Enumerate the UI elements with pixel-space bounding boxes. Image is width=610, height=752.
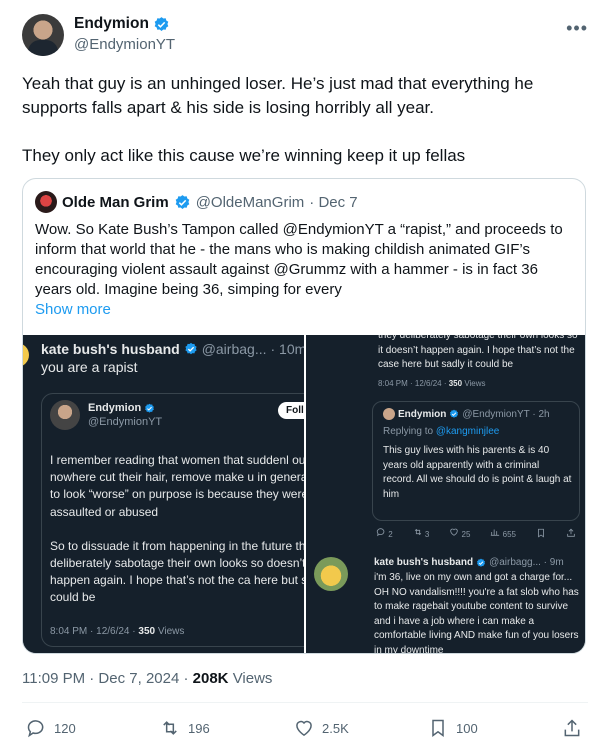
- heart-icon: [450, 528, 459, 536]
- embedded-paragraph-1: I remember reading that women that sudde…: [50, 453, 305, 519]
- embedded-paragraph-2: So to dissuade it from happening in the …: [50, 538, 305, 605]
- screenshot-author-name: kate bush's husband: [41, 341, 180, 357]
- quote-author-handle: @OldeManGrim: [195, 193, 305, 211]
- embedded-views-label: Views: [157, 626, 185, 637]
- follow-button: Follo: [278, 402, 305, 419]
- verified-badge-icon: [175, 194, 189, 209]
- replying-to-label: Replying to: [383, 426, 434, 437]
- reply2-author: kate bush's husband: [374, 557, 474, 568]
- screenshot-embedded-tweet: Endymion @EndymionYT Follo I remember re…: [41, 393, 305, 647]
- verified-badge-icon: [185, 342, 197, 355]
- screenshot-reply-header: kate bush's husband @airbag... · 10m: [41, 341, 305, 357]
- tweet-paragraph-1: Yeah that guy is an unhinged loser. He’s…: [22, 74, 534, 117]
- tweet-paragraph-2: They only act like this cause we’re winn…: [22, 146, 466, 165]
- screenshot-action-bar: 2 3 25 655: [376, 527, 576, 539]
- quote-media[interactable]: kate bush's husband @airbag... · 10m you…: [23, 335, 585, 654]
- reply2-handle: @airbagg... · 9m: [489, 557, 564, 568]
- repost-count: 196: [188, 720, 210, 736]
- author-handle[interactable]: @EndymionYT: [74, 36, 175, 53]
- avatar: [314, 557, 348, 591]
- screenshot-views: 655: [490, 527, 516, 539]
- screenshot-reply-card: Endymion @EndymionYT · 2h Replying to @k…: [372, 401, 580, 521]
- avatar: [50, 400, 80, 430]
- screenshot-top-meta: 8:04 PM · 12/6/24 · 350 Views: [378, 379, 486, 388]
- reply-count: 120: [54, 720, 76, 736]
- like-button[interactable]: 2.5K: [294, 718, 349, 738]
- screenshot-time: · 10m: [270, 341, 306, 357]
- screenshot-reposts: 3: [413, 527, 430, 539]
- top-meta-label: Views: [464, 379, 486, 388]
- screenshot-replies: 2: [376, 527, 393, 539]
- embedded-meta: 8:04 PM · 12/6/24 · 350 Views: [50, 626, 184, 637]
- embedded-author-row: Endymion: [88, 402, 155, 414]
- quote-avatar: [35, 191, 57, 213]
- share-button[interactable]: [562, 718, 582, 738]
- reply-card-header: Endymion @EndymionYT · 2h: [383, 408, 550, 420]
- more-options-icon[interactable]: •••: [566, 18, 588, 39]
- top-meta-time: 8:04 PM · 12/6/24 ·: [378, 379, 447, 388]
- replying-to-handle: @kangminjlee: [435, 426, 500, 437]
- author-name[interactable]: Endymion: [74, 15, 149, 33]
- reply-icon: [376, 528, 385, 537]
- verified-badge-icon: [145, 403, 155, 413]
- quote-text: Wow. So Kate Bush’s Tampon called @Endym…: [35, 221, 563, 298]
- quote-date: · Dec 7: [309, 193, 358, 211]
- reply-button[interactable]: 120: [26, 718, 76, 738]
- top-meta-count: 350: [448, 379, 463, 388]
- screenshot-reposts-count: 3: [424, 530, 430, 539]
- share-icon: [567, 528, 575, 537]
- views-label: Views: [232, 670, 273, 687]
- embedded-author-handle: @EndymionYT: [88, 416, 163, 428]
- media-screenshot-right[interactable]: they deliberately sabotage their own loo…: [306, 335, 585, 654]
- quoted-tweet[interactable]: Olde Man Grim @OldeManGrim · Dec 7 Wow. …: [22, 178, 586, 654]
- bookmark-count: 100: [456, 720, 478, 736]
- repost-button[interactable]: 196: [160, 718, 210, 738]
- reply-card-handle: @EndymionYT · 2h: [462, 408, 550, 420]
- reply-card-author: Endymion: [398, 408, 447, 420]
- screenshot-replies-count: 2: [388, 530, 393, 539]
- heart-icon: [296, 720, 312, 736]
- replying-to: Replying to @kangminjlee: [383, 426, 499, 437]
- tweet-timestamp: 11:09 PM · Dec 7, 2024 · 208K Views: [22, 670, 272, 687]
- timestamp-time[interactable]: 11:09 PM · Dec 7, 2024 ·: [22, 670, 188, 687]
- embedded-meta-time: 8:04 PM · 12/6/24 ·: [50, 626, 136, 637]
- screenshot-likes-count: 25: [461, 530, 471, 539]
- like-count: 2.5K: [322, 720, 349, 736]
- screenshot-reply-text: you are a rapist: [41, 359, 138, 375]
- screenshot-reply2-header: kate bush's husband @airbagg... · 9m: [374, 557, 564, 568]
- repost-icon: [163, 721, 177, 735]
- screenshot-top-text: they deliberately sabotage their own loo…: [378, 335, 578, 370]
- media-screenshot-left[interactable]: kate bush's husband @airbag... · 10m you…: [23, 335, 305, 653]
- bookmark-button[interactable]: 100: [428, 718, 478, 738]
- verified-badge-icon: [477, 558, 486, 567]
- embedded-author-name: Endymion: [88, 402, 142, 414]
- quote-author-name: Olde Man Grim: [62, 193, 169, 211]
- quote-header: Olde Man Grim @OldeManGrim · Dec 7: [35, 191, 358, 213]
- screenshot-author-handle: @airbag...: [201, 341, 267, 357]
- reply-icon: [27, 720, 44, 738]
- repost-icon: [414, 528, 421, 536]
- divider: [22, 702, 588, 703]
- views-count: 208K: [192, 670, 229, 687]
- verified-badge-icon: [450, 409, 459, 418]
- screenshot-views-count: 655: [502, 530, 517, 539]
- reply2-text: i'm 36, live on my own and got a charge …: [374, 572, 579, 654]
- verified-badge-icon: [154, 16, 169, 31]
- embedded-tweet-text: I remember reading that women that sudde…: [50, 452, 305, 624]
- bookmark-icon: [538, 528, 544, 538]
- show-more-link[interactable]: Show more: [35, 301, 111, 318]
- avatar[interactable]: [22, 14, 64, 56]
- screenshot-likes: 25: [449, 527, 470, 539]
- screenshot-avatar: [23, 343, 29, 367]
- views-icon: [491, 529, 500, 536]
- author-name-row: Endymion: [74, 15, 170, 33]
- avatar: [383, 408, 395, 420]
- tweet-text: Yeah that guy is an unhinged loser. He’s…: [22, 72, 582, 192]
- embedded-views-count: 350: [138, 626, 156, 637]
- reply-card-text: This guy lives with his parents & is 40 …: [383, 445, 572, 500]
- tweet-header: Endymion @EndymionYT •••: [22, 14, 588, 58]
- share-icon: [564, 719, 580, 737]
- action-bar: 120 196 2.5K 100: [26, 718, 586, 742]
- bookmark-icon: [432, 719, 444, 737]
